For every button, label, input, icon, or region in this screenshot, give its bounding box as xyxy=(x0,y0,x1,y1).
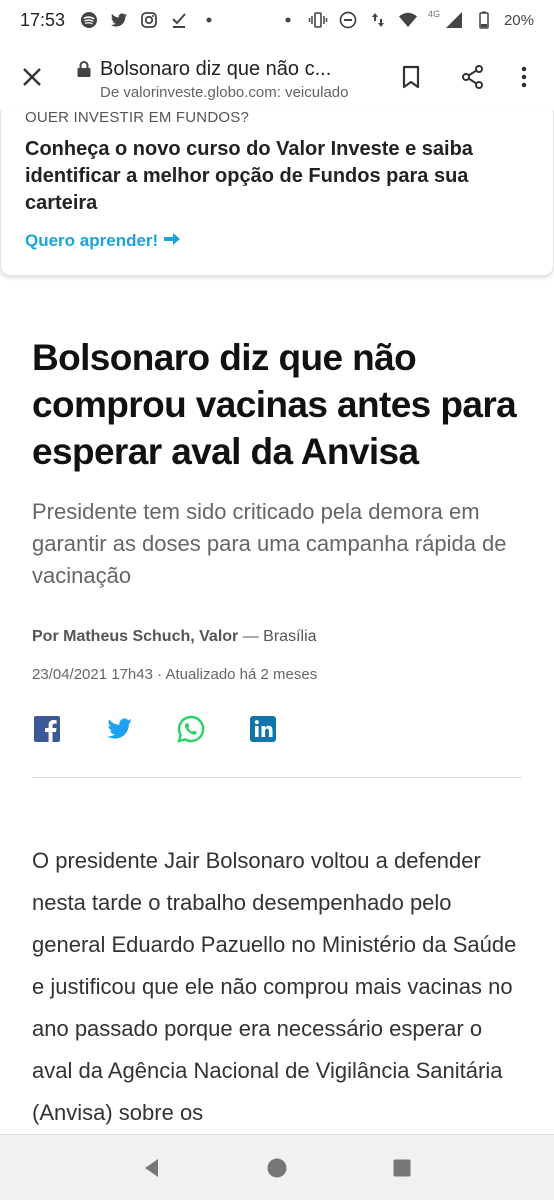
byline-author: Por Matheus Schuch, Valor xyxy=(32,628,239,645)
status-bar: 17:53 4G 20% xyxy=(0,0,554,40)
whatsapp-icon[interactable] xyxy=(176,714,206,744)
share-divider xyxy=(32,777,522,778)
home-circle-icon[interactable] xyxy=(265,1156,289,1180)
data-arrows-icon xyxy=(368,10,388,30)
vibrate-icon xyxy=(308,10,328,30)
status-time: 17:53 xyxy=(20,9,66,30)
article-date: 23/04/2021 17h43 · Atualizado há 2 meses xyxy=(32,666,318,683)
twitter-icon[interactable] xyxy=(104,714,134,744)
byline-location: — Brasília xyxy=(238,628,317,645)
twitter-icon xyxy=(109,10,129,30)
close-icon xyxy=(20,65,44,94)
network-type-label: 4G xyxy=(427,9,440,19)
bookmark-button[interactable] xyxy=(380,40,442,118)
promo-text: Conheça o novo curso do Valor Investe e … xyxy=(25,138,473,214)
signal-icon xyxy=(444,10,464,30)
lock-icon xyxy=(76,60,92,78)
system-nav-bar xyxy=(0,1134,554,1200)
article-headline: Bolsonaro diz que não comprou vacinas an… xyxy=(32,337,517,472)
facebook-icon[interactable] xyxy=(32,714,62,744)
share-button[interactable] xyxy=(442,40,504,118)
instagram-icon xyxy=(139,10,159,30)
promo-link[interactable]: Quero aprender! xyxy=(25,231,181,251)
linkedin-icon[interactable] xyxy=(248,714,278,744)
promo-kicker: QUER INVESTIR EM FUNDOS? xyxy=(25,110,249,122)
page-title-area[interactable]: Bolsonaro diz que não c... De valorinves… xyxy=(64,58,380,101)
article-body: O presidente Jair Bolsonaro voltou a def… xyxy=(32,848,517,1125)
dot-icon xyxy=(278,10,298,30)
share-row xyxy=(32,714,278,744)
article-subhead: Presidente tem sido criticado pela demor… xyxy=(32,499,507,588)
page-title: Bolsonaro diz que não c... xyxy=(100,57,332,80)
more-vert-icon xyxy=(511,64,537,95)
article-byline: Por Matheus Schuch, Valor — Brasília xyxy=(32,628,317,646)
close-button[interactable] xyxy=(0,40,64,118)
battery-percent: 20% xyxy=(503,11,534,29)
arrow-right-icon xyxy=(164,231,181,251)
browser-toolbar: Bolsonaro diz que não c... De valorinves… xyxy=(0,40,554,118)
promo-link-label: Quero aprender! xyxy=(25,231,159,250)
battery-icon xyxy=(474,10,494,30)
page-url: De valorinveste.globo.com: veiculado xyxy=(100,83,349,101)
recents-square-icon[interactable] xyxy=(390,1156,414,1180)
wifi-icon xyxy=(398,10,418,30)
spotify-icon xyxy=(79,10,99,30)
back-triangle-icon[interactable] xyxy=(140,1156,164,1180)
do-not-disturb-icon xyxy=(338,10,358,30)
dot-icon xyxy=(199,10,219,30)
more-options-button[interactable] xyxy=(504,40,544,118)
check-done-icon xyxy=(169,10,189,30)
share-icon xyxy=(460,64,486,95)
promo-card: QUER INVESTIR EM FUNDOS? Conheça o novo … xyxy=(0,110,554,276)
bookmark-icon xyxy=(398,64,424,95)
